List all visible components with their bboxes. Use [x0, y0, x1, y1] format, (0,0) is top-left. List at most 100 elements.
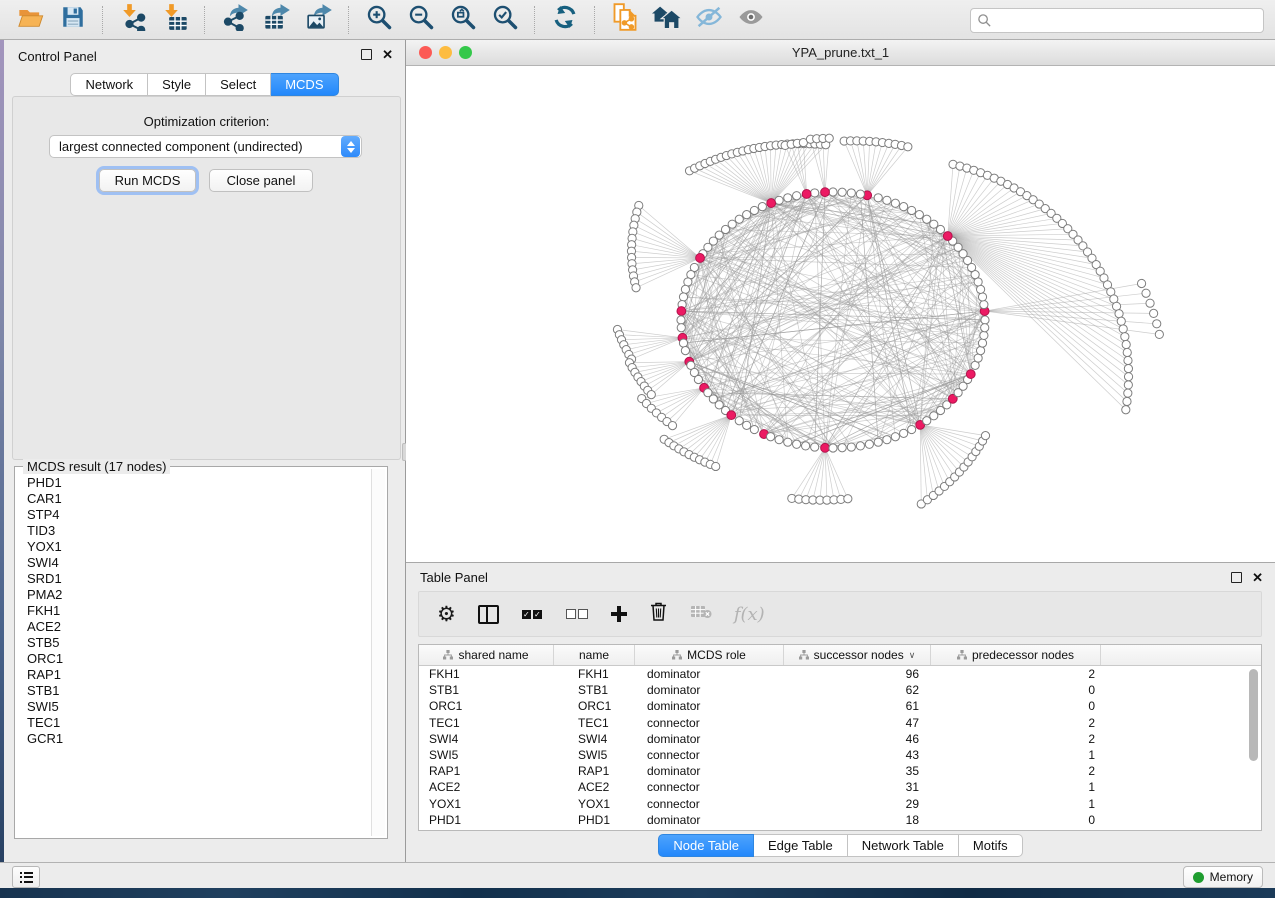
graph-node[interactable]: [681, 347, 689, 355]
first-neighbors-button[interactable]: [649, 4, 685, 36]
graph-node[interactable]: [802, 442, 810, 450]
graph-node[interactable]: [900, 203, 908, 211]
graph-node[interactable]: [1115, 310, 1123, 318]
mcds-result-item[interactable]: SRD1: [16, 571, 371, 587]
delete-column-button[interactable]: [649, 601, 668, 627]
close-panel-icon[interactable]: ✕: [382, 50, 393, 59]
log-console-button[interactable]: [12, 866, 40, 888]
mcds-result-item[interactable]: GCR1: [16, 731, 371, 747]
graph-node[interactable]: [856, 442, 864, 450]
mcds-result-list[interactable]: PHD1CAR1STP4TID3YOX1SWI4SRD1PMA2FKH1ACE2…: [16, 475, 371, 837]
refresh-layout-button[interactable]: [547, 4, 583, 36]
mcds-result-item[interactable]: RAP1: [16, 667, 371, 683]
search-field[interactable]: [970, 8, 1264, 33]
graph-node[interactable]: [874, 194, 882, 202]
graph-node[interactable]: [904, 143, 912, 151]
graph-node[interactable]: [735, 417, 743, 425]
graph-node[interactable]: [1124, 373, 1132, 381]
graph-node[interactable]: [838, 188, 846, 196]
mcds-result-item[interactable]: SWI4: [16, 555, 371, 571]
import-network-button[interactable]: [115, 4, 151, 36]
graph-node[interactable]: [679, 339, 687, 347]
graph-node[interactable]: [1142, 289, 1150, 297]
network-from-selection-button[interactable]: [607, 4, 643, 36]
zoom-in-button[interactable]: [361, 4, 397, 36]
graph-node[interactable]: [811, 443, 819, 451]
graph-node[interactable]: [908, 425, 916, 433]
graph-node[interactable]: [811, 189, 819, 197]
table-row[interactable]: ORC1ORC1dominator610: [419, 698, 1261, 714]
graph-node[interactable]: [908, 206, 916, 214]
graph-node[interactable]: [668, 421, 676, 429]
graph-node[interactable]: [829, 444, 837, 452]
graph-node[interactable]: [981, 316, 989, 324]
graph-node[interactable]: [793, 440, 801, 448]
mcds-result-item[interactable]: TEC1: [16, 715, 371, 731]
graph-node[interactable]: [1121, 333, 1129, 341]
graph-node[interactable]: [874, 438, 882, 446]
graph-node[interactable]: [847, 189, 855, 197]
table-row[interactable]: PHD1PHD1dominator180: [419, 812, 1261, 828]
export-table-button[interactable]: [259, 4, 295, 36]
table-row[interactable]: RAP1RAP1dominator352: [419, 763, 1261, 779]
mcds-result-item[interactable]: ACE2: [16, 619, 371, 635]
graph-node[interactable]: [681, 285, 689, 293]
table-row[interactable]: YOX1YOX1connector291: [419, 796, 1261, 812]
graph-node[interactable]: [981, 324, 989, 332]
graph-node[interactable]: [712, 462, 720, 470]
graph-node[interactable]: [980, 331, 988, 339]
graph-node[interactable]: [758, 203, 766, 211]
graph-node[interactable]: [632, 284, 640, 292]
table-row[interactable]: FKH1FKH1dominator962: [419, 666, 1261, 682]
graph-node[interactable]: [1124, 381, 1132, 389]
result-scrollbar[interactable]: [371, 469, 385, 836]
graph-node[interactable]: [743, 211, 751, 219]
mcds-node[interactable]: [943, 232, 952, 241]
graph-node[interactable]: [844, 495, 852, 503]
float-panel-icon[interactable]: [361, 49, 372, 60]
export-image-button[interactable]: [301, 4, 337, 36]
graph-node[interactable]: [1122, 340, 1130, 348]
graph-node[interactable]: [679, 293, 687, 301]
graph-node[interactable]: [750, 425, 758, 433]
zoom-fit-button[interactable]: [445, 4, 481, 36]
graph-node[interactable]: [980, 300, 988, 308]
network-canvas[interactable]: [406, 66, 1275, 562]
mcds-node[interactable]: [696, 254, 705, 263]
split-columns-button[interactable]: [478, 605, 499, 624]
mcds-node[interactable]: [677, 307, 686, 316]
optimization-criterion-select[interactable]: largest connected component (undirected): [49, 135, 362, 158]
graph-node[interactable]: [978, 293, 986, 301]
open-file-button[interactable]: [13, 4, 49, 36]
graph-node[interactable]: [891, 199, 899, 207]
graph-node[interactable]: [784, 438, 792, 446]
table-settings-button[interactable]: ⚙: [437, 604, 456, 625]
mcds-result-item[interactable]: YOX1: [16, 539, 371, 555]
hide-selected-button[interactable]: [691, 4, 727, 36]
mcds-result-item[interactable]: ORC1: [16, 651, 371, 667]
mcds-result-item[interactable]: STB1: [16, 683, 371, 699]
table-row[interactable]: STB1STB1dominator620: [419, 682, 1261, 698]
graph-node[interactable]: [1137, 279, 1145, 287]
graph-node[interactable]: [647, 391, 655, 399]
delete-table-button[interactable]: [690, 605, 712, 624]
graph-node[interactable]: [1124, 389, 1132, 397]
table-row[interactable]: ACE2ACE2connector311: [419, 779, 1261, 795]
import-table-button[interactable]: [157, 4, 193, 36]
mcds-result-item[interactable]: TID3: [16, 523, 371, 539]
tab-network[interactable]: Network: [70, 73, 148, 96]
table-row[interactable]: TEC1TEC1connector472: [419, 715, 1261, 731]
graph-node[interactable]: [923, 417, 931, 425]
graph-node[interactable]: [793, 192, 801, 200]
mcds-node[interactable]: [821, 443, 830, 452]
graph-node[interactable]: [767, 433, 775, 441]
graph-node[interactable]: [930, 220, 938, 228]
mcds-result-item[interactable]: PMA2: [16, 587, 371, 603]
graph-node[interactable]: [883, 196, 891, 204]
mcds-result-item[interactable]: PHD1: [16, 475, 371, 491]
column-header-predecessor-nodes[interactable]: predecessor nodes: [931, 645, 1101, 665]
function-builder-button[interactable]: f(x): [734, 604, 765, 625]
column-header-successor-nodes[interactable]: successor nodes∨: [784, 645, 931, 665]
close-panel-icon[interactable]: ✕: [1252, 573, 1263, 582]
memory-button[interactable]: Memory: [1183, 866, 1263, 888]
